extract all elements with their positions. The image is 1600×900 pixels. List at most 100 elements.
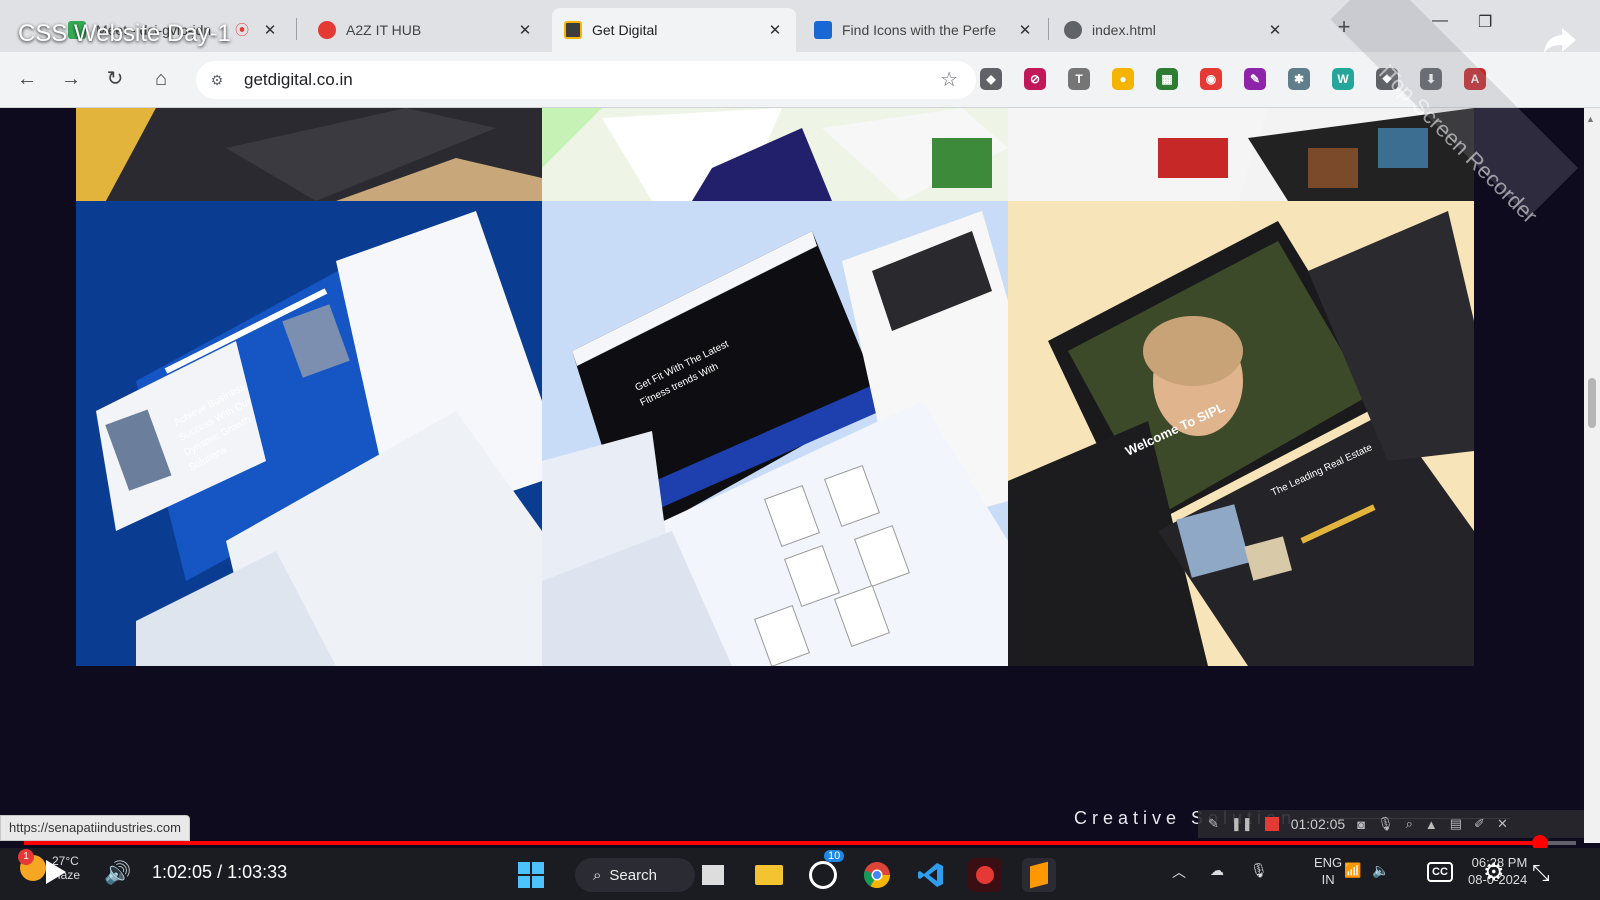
tab-index-html[interactable]: index.html ✕	[1052, 8, 1296, 52]
colorwheel-icon[interactable]: ●	[1112, 68, 1134, 90]
w-icon[interactable]: W	[1332, 68, 1354, 90]
search-label: Search	[609, 866, 657, 884]
tab-title: A2Z IT HUB	[346, 22, 422, 38]
tab-divider	[296, 18, 297, 40]
close-icon[interactable]: ✕	[1497, 816, 1508, 832]
business-mockup-art: Achieve Business Success With Our Dynami…	[96, 211, 542, 666]
bug-icon[interactable]: ✱	[1288, 68, 1310, 90]
wifi-icon[interactable]: 📶	[1344, 862, 1361, 879]
thumb-dark-agency-art	[76, 108, 542, 201]
close-icon[interactable]: ✕	[1016, 21, 1034, 39]
scroll-up-icon[interactable]: ▲	[1586, 114, 1595, 124]
thumb-news-site-art	[1008, 108, 1474, 201]
address-bar[interactable]: ⚙ getdigital.co.in ☆	[196, 61, 976, 99]
language-code: ENG	[1314, 855, 1343, 870]
exit-fullscreen-icon[interactable]: ⤡	[1532, 860, 1550, 886]
volume-icon[interactable]: 🔊	[104, 860, 131, 886]
tab-divider	[1048, 18, 1049, 40]
player-controls: 1 27°C Haze 🔊 1:02:05 / 1:03:33 ⌕ Search…	[0, 848, 1600, 900]
forward-button[interactable]: →	[56, 64, 86, 94]
chat-icon[interactable]: ▤	[1450, 816, 1462, 832]
browser-toolbar: ← → ↻ ⌂ ⚙ getdigital.co.in ☆ ◆ ⊘ T ● ▦ ◉ ✎ ✱ W ❖ ⬇…	[0, 52, 1600, 108]
search-icon: ⌕	[593, 866, 602, 884]
screen-recorder-icon[interactable]	[968, 858, 1002, 892]
whatsapp-icon[interactable]: 10	[806, 850, 845, 892]
pause-icon[interactable]: ❚❚	[1231, 816, 1253, 832]
windows-start-icon[interactable]	[514, 858, 548, 892]
play-button[interactable]	[46, 860, 66, 884]
duration: 1:03:33	[227, 862, 288, 882]
fitness-card[interactable]: Get Fit With The Latest Fitness trends W…	[542, 201, 1008, 666]
tab-title: index.html	[1092, 22, 1156, 38]
recording-timer: 01:02:05	[1290, 816, 1346, 832]
tab-title: Find Icons with the Perfe	[842, 22, 997, 38]
sun-icon: 1	[18, 849, 46, 881]
stop-icon[interactable]	[1264, 817, 1279, 831]
thumb-dark-agency[interactable]	[76, 108, 542, 201]
tab-get-digital[interactable]: Get Digital ✕	[552, 8, 796, 52]
language-indicator[interactable]: ENG IN	[1314, 854, 1342, 888]
block-icon[interactable]: ⊘	[1024, 68, 1046, 90]
thumb-light-site[interactable]	[542, 108, 1008, 201]
mic-off-icon[interactable]: 🎙	[1377, 816, 1394, 832]
text-icon[interactable]: T	[1068, 68, 1090, 90]
notification-badge: 1	[18, 849, 34, 865]
close-icon[interactable]: ✕	[516, 21, 534, 39]
site-info-icon[interactable]: ⚙	[202, 72, 232, 89]
zoom-icon[interactable]: ⌕	[1406, 816, 1413, 832]
video-title: CSS Website Day-1	[18, 20, 231, 47]
reload-button[interactable]: ↻	[100, 64, 130, 94]
maximize-button[interactable]: ❐	[1478, 12, 1492, 32]
task-view-icon[interactable]	[696, 858, 730, 892]
bookmark-star-icon[interactable]: ☆	[940, 67, 958, 92]
region-code: IN	[1321, 872, 1335, 887]
taskbar-search[interactable]: ⌕ Search	[575, 858, 695, 892]
url-text[interactable]: getdigital.co.in	[244, 70, 353, 90]
webpage-viewport: Achieve Business Success With Our Dynami…	[0, 108, 1584, 843]
progress-played	[24, 841, 1541, 845]
page-scrollbar[interactable]	[1584, 108, 1600, 843]
tab-find-icons[interactable]: Find Icons with the Perfe ✕	[802, 8, 1046, 52]
close-icon[interactable]: ✕	[1266, 21, 1284, 39]
recording-dot-icon: ⦿	[235, 22, 249, 38]
thumb-news-site[interactable]	[1008, 108, 1474, 201]
record-icon[interactable]: ◉	[1200, 68, 1222, 90]
back-button[interactable]: ←	[12, 64, 42, 94]
video-time: 1:02:05 / 1:03:33	[152, 862, 287, 883]
share-icon[interactable]	[1540, 20, 1580, 60]
tab-a2z[interactable]: A2Z IT HUB ✕	[306, 8, 546, 52]
captions-button[interactable]: CC	[1427, 862, 1453, 882]
recorder-toolbar: ✎ ❚❚ 01:02:05 ◙ 🎙 ⌕ ▲ ▤ ✐ ✕	[1198, 810, 1584, 838]
tray-chevron-icon[interactable]: ︿	[1172, 862, 1186, 882]
shield-icon[interactable]: ◆	[980, 68, 1002, 90]
bulk-icon[interactable]: ▦	[1156, 68, 1178, 90]
speaker-icon[interactable]: 🔈	[1372, 862, 1389, 879]
whatsapp-badge: 10	[824, 850, 845, 862]
cloud-icon[interactable]: ☁	[1210, 862, 1224, 879]
a2z-icon	[318, 21, 336, 39]
scrollbar-thumb[interactable]	[1588, 378, 1596, 428]
vscode-icon[interactable]	[914, 858, 948, 892]
pen-icon[interactable]: ✎	[1208, 816, 1219, 832]
status-bar-url: https://senapatiindustries.com	[0, 815, 190, 841]
settings-gear-icon[interactable]: ⚙	[1483, 858, 1505, 887]
bell-icon[interactable]: ▲	[1425, 817, 1438, 832]
sublime-text-icon[interactable]	[1022, 858, 1056, 892]
edit-icon[interactable]: ✐	[1474, 816, 1485, 832]
camera-icon[interactable]: ◙	[1357, 817, 1365, 832]
tab-title: Get Digital	[592, 22, 658, 38]
dropper-icon[interactable]: ✎	[1244, 68, 1266, 90]
chrome-icon[interactable]	[860, 858, 894, 892]
video-progress-bar[interactable]	[24, 835, 1576, 851]
realestate-card[interactable]: Welcome To SIPL The Leading Real Estate	[1008, 201, 1474, 666]
home-button[interactable]: ⌂	[146, 64, 176, 94]
time-separator: /	[212, 862, 228, 882]
close-icon[interactable]: ✕	[766, 21, 784, 39]
close-icon[interactable]: ✕	[261, 21, 279, 39]
microphone-icon[interactable]: 🎙	[1250, 862, 1268, 879]
file-explorer-icon[interactable]	[752, 858, 786, 892]
globe-icon	[1064, 21, 1082, 39]
fitness-mockup-art: Get Fit With The Latest Fitness trends W…	[542, 211, 1008, 666]
get-digital-icon	[564, 21, 582, 39]
business-card[interactable]: Achieve Business Success With Our Dynami…	[76, 201, 542, 666]
